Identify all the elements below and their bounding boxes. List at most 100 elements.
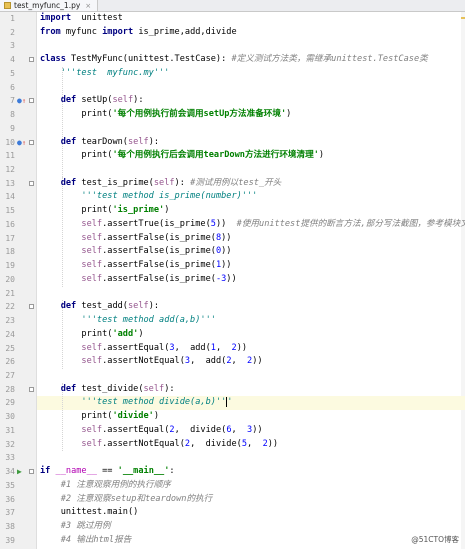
code-text[interactable]: print('divide'): [40, 410, 159, 424]
line-number[interactable]: 20: [0, 273, 15, 287]
line-number[interactable]: 30: [0, 410, 15, 424]
line-number[interactable]: 21: [0, 287, 15, 301]
code-text[interactable]: def tearDown(self):: [40, 136, 159, 150]
line-number[interactable]: 39: [0, 534, 15, 548]
override-method-icon[interactable]: ●↑: [17, 136, 26, 151]
code-line[interactable]: 33: [0, 451, 465, 465]
line-number[interactable]: 22: [0, 300, 15, 314]
code-text[interactable]: self.assertEqual(2, divide(6, 3)): [40, 424, 262, 438]
fold-toggle-icon[interactable]: [29, 469, 34, 475]
code-line[interactable]: 25 self.assertEqual(3, add(1, 2)): [0, 342, 465, 356]
code-line[interactable]: 2 from myfunc import is_prime,add,divide: [0, 26, 465, 40]
fold-toggle-icon[interactable]: [29, 98, 34, 104]
code-text[interactable]: self.assertFalse(is_prime(-3)): [40, 273, 236, 287]
code-text[interactable]: #2 注意观察setup和teardown的执行: [40, 493, 213, 507]
line-number[interactable]: 31: [0, 424, 15, 438]
code-text[interactable]: '''test method is_prime(number)''': [40, 190, 257, 204]
line-number[interactable]: 9: [0, 122, 15, 136]
code-line[interactable]: 16 self.assertTrue(is_prime(5)) #使用unitt…: [0, 218, 465, 232]
line-number[interactable]: 27: [0, 369, 15, 383]
code-line[interactable]: 24 print('add'): [0, 328, 465, 342]
line-number[interactable]: 14: [0, 190, 15, 204]
line-number[interactable]: 5: [0, 67, 15, 81]
line-number[interactable]: 26: [0, 355, 15, 369]
line-number[interactable]: 12: [0, 163, 15, 177]
line-number[interactable]: 4: [0, 53, 15, 67]
line-number[interactable]: 29: [0, 396, 15, 410]
code-line[interactable]: 39 #4 输出html报告: [0, 534, 465, 548]
code-text[interactable]: #3 跳过用例: [40, 520, 111, 534]
code-text[interactable]: print('is_prime'): [40, 204, 169, 218]
line-number[interactable]: 36: [0, 493, 15, 507]
line-number[interactable]: 34: [0, 465, 15, 479]
code-line[interactable]: 28 def test_divide(self):: [0, 383, 465, 397]
code-line[interactable]: 17 self.assertFalse(is_prime(8)): [0, 232, 465, 246]
code-line[interactable]: 38 #3 跳过用例: [0, 520, 465, 534]
code-text[interactable]: self.assertNotEqual(3, add(2, 2)): [40, 355, 262, 369]
code-line[interactable]: 29 '''test method divide(a,b)''': [0, 396, 465, 410]
code-line[interactable]: 20 self.assertFalse(is_prime(-3)): [0, 273, 465, 287]
code-line[interactable]: 6: [0, 81, 465, 95]
line-number[interactable]: 33: [0, 451, 15, 465]
code-line[interactable]: 19 self.assertFalse(is_prime(1)): [0, 259, 465, 273]
line-number[interactable]: 2: [0, 26, 15, 40]
code-text[interactable]: self.assertTrue(is_prime(5)) #使用unittest…: [40, 218, 465, 232]
line-number[interactable]: 10: [0, 136, 15, 150]
line-number[interactable]: 38: [0, 520, 15, 534]
code-line[interactable]: 22 def test_add(self):: [0, 300, 465, 314]
code-line[interactable]: 7 ●↑ def setUp(self):: [0, 94, 465, 108]
code-line[interactable]: 32 self.assertNotEqual(2, divide(5, 2)): [0, 438, 465, 452]
code-text[interactable]: def setUp(self):: [40, 94, 144, 108]
code-line[interactable]: 34 ▶ if __name__ == '__main__':: [0, 465, 465, 479]
line-number[interactable]: 28: [0, 383, 15, 397]
code-line[interactable]: 37 unittest.main(): [0, 506, 465, 520]
code-line[interactable]: 4 class TestMyFunc(unittest.TestCase): #定…: [0, 53, 465, 67]
fold-toggle-icon[interactable]: [29, 386, 34, 392]
fold-toggle-icon[interactable]: [29, 180, 34, 186]
code-line[interactable]: 9: [0, 122, 465, 136]
code-line[interactable]: 10 ●↑ def tearDown(self):: [0, 136, 465, 150]
line-number[interactable]: 11: [0, 149, 15, 163]
code-text[interactable]: class TestMyFunc(unittest.TestCase): #定义…: [40, 53, 428, 67]
override-method-icon[interactable]: ●↑: [17, 94, 26, 109]
code-line[interactable]: 36 #2 注意观察setup和teardown的执行: [0, 493, 465, 507]
code-text[interactable]: '''test method add(a,b)''': [40, 314, 216, 328]
line-number[interactable]: 17: [0, 232, 15, 246]
code-line[interactable]: 14 '''test method is_prime(number)''': [0, 190, 465, 204]
code-text[interactable]: self.assertFalse(is_prime(8)): [40, 232, 231, 246]
code-text[interactable]: #4 输出html报告: [40, 534, 132, 548]
run-icon[interactable]: ▶: [17, 465, 22, 479]
line-number[interactable]: 15: [0, 204, 15, 218]
code-text[interactable]: def test_divide(self):: [40, 383, 175, 397]
line-number[interactable]: 16: [0, 218, 15, 232]
code-text[interactable]: self.assertNotEqual(2, divide(5, 2)): [40, 438, 278, 452]
code-line[interactable]: 8 print('每个用例执行前会调用setUp方法准备环境'): [0, 108, 465, 122]
code-text[interactable]: self.assertFalse(is_prime(1)): [40, 259, 231, 273]
line-number[interactable]: 37: [0, 506, 15, 520]
line-number[interactable]: 7: [0, 94, 15, 108]
code-line[interactable]: 18 self.assertFalse(is_prime(0)): [0, 245, 465, 259]
code-line[interactable]: 35 #1 注意观察用例的执行顺序: [0, 479, 465, 493]
code-text[interactable]: #1 注意观察用例的执行顺序: [40, 479, 171, 493]
fold-toggle-icon[interactable]: [29, 304, 34, 310]
code-text[interactable]: import unittest: [40, 12, 123, 26]
code-text[interactable]: def test_is_prime(self): #测试用例以test_开头: [40, 177, 282, 191]
line-number[interactable]: 8: [0, 108, 15, 122]
code-line[interactable]: 3: [0, 39, 465, 53]
code-line[interactable]: 27: [0, 369, 465, 383]
code-line[interactable]: 15 print('is_prime'): [0, 204, 465, 218]
code-line[interactable]: 12: [0, 163, 465, 177]
line-number[interactable]: 13: [0, 177, 15, 191]
code-text[interactable]: print('每个用例执行后会调用tearDown方法进行环境清理'): [40, 149, 324, 163]
line-number[interactable]: 35: [0, 479, 15, 493]
code-line[interactable]: 26 self.assertNotEqual(3, add(2, 2)): [0, 355, 465, 369]
line-number[interactable]: 25: [0, 342, 15, 356]
code-text[interactable]: '''test myfunc.my''': [40, 67, 170, 81]
code-text[interactable]: '''test method divide(a,b)''': [40, 396, 232, 410]
code-line[interactable]: 1 import unittest: [0, 12, 465, 26]
line-number[interactable]: 18: [0, 245, 15, 259]
line-number[interactable]: 19: [0, 259, 15, 273]
code-text[interactable]: print('add'): [40, 328, 143, 342]
code-line[interactable]: 13 def test_is_prime(self): #测试用例以test_开…: [0, 177, 465, 191]
code-text[interactable]: self.assertFalse(is_prime(0)): [40, 245, 231, 259]
